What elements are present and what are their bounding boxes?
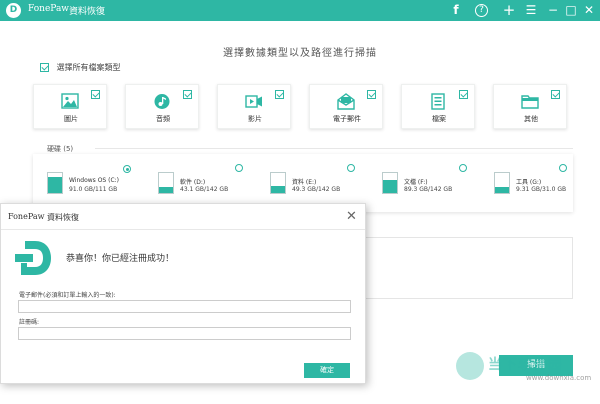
watermark-url: www.downxia.com [526,374,592,382]
watermark-logo-icon [456,352,484,380]
watermark: 当下软件园 www.downxia.com [456,352,596,392]
email-icon [337,93,355,110]
drive-usage-bar [48,176,62,193]
drive-size: 49.3 GB/142 GB [292,186,341,193]
product-name: 資料恢復 [69,7,106,17]
dialog-app-name: FonePaw [8,212,45,221]
drive-usage-bar [159,187,173,193]
drive-name: Windows OS (C:) [69,177,120,184]
file-type-document[interactable]: 檔案 [401,84,475,129]
drive-icon [47,172,63,194]
image-icon [61,93,79,109]
file-type-label: 檔案 [432,115,446,123]
drive-radio[interactable] [347,164,355,172]
facebook-icon[interactable]: f [449,2,463,19]
file-type-other[interactable]: 其他 [493,84,567,129]
register-icon[interactable]: + [502,2,516,19]
drive-radio[interactable] [559,164,567,172]
file-type-label: 音頻 [156,115,170,123]
close-icon[interactable]: ✕ [582,2,596,19]
dialog-title-bar: FonePaw 資料恢復 ✕ [1,204,365,230]
file-type-label: 圖片 [64,115,78,123]
success-message: 恭喜你！你已經注冊成功！ [66,254,175,264]
drive-name: 工具 (G:) [516,179,542,186]
app-logo-icon: D [6,3,21,18]
drive-size: 9.31 GB/31.0 GB [516,186,567,193]
drive-item[interactable]: 工具 (G:) 9.31 GB/31.0 GB [494,164,600,202]
file-type-image[interactable]: 圖片 [33,84,107,129]
app-window: D FonePaw 資料恢復 f ? + ☰ − □ ✕ 選擇數據類型以及路徑進… [0,0,600,404]
drive-usage-bar [271,186,285,193]
code-label: 註冊碼: [19,319,40,326]
fonepaw-logo-icon [15,241,51,275]
minimize-icon[interactable]: − [546,2,560,19]
maximize-icon[interactable]: □ [564,2,578,19]
video-icon [245,95,262,108]
drives-header: 硬碟 (5) [47,145,74,153]
drive-icon [494,172,510,194]
dialog-product-name: 資料恢復 [47,213,79,222]
registration-dialog: FonePaw 資料恢復 ✕ 恭喜你！你已經注冊成功！ 電子郵件(必須和訂單上輸… [0,203,366,384]
select-all-label: 選擇所有檔案類型 [56,63,121,72]
file-type-audio[interactable]: 音頻 [125,84,199,129]
checkbox-checked-icon[interactable] [40,63,49,72]
checkbox-checked-icon[interactable] [367,90,376,99]
drive-item[interactable]: 資料 (E:) 49.3 GB/142 GB [270,164,380,202]
email-label: 電子郵件(必須和訂單上輸入的一致): [19,292,116,299]
checkbox-checked-icon[interactable] [275,90,284,99]
page-title: 選擇數據類型以及路徑進行掃描 [223,48,377,59]
drive-item[interactable]: Windows OS (C:) 91.0 GB/111 GB [47,165,157,202]
file-type-video[interactable]: 影片 [217,84,291,129]
drive-size: 43.1 GB/142 GB [180,186,229,193]
drive-usage-bar [383,180,397,193]
file-type-list: 圖片 音頻 影片 電子郵件 檔案 其他 [33,84,573,129]
drive-name: 資料 (E:) [292,179,317,186]
ok-button[interactable]: 確定 [304,363,350,378]
drive-radio[interactable] [123,165,131,173]
file-type-label: 影片 [248,115,262,123]
drive-icon [382,172,398,194]
file-type-label: 電子郵件 [333,115,361,123]
drive-icon [158,172,174,194]
document-icon [431,93,445,110]
drive-radio[interactable] [235,164,243,172]
drive-size: 89.3 GB/142 GB [404,186,453,193]
checkbox-checked-icon[interactable] [551,90,560,99]
file-type-label: 其他 [524,115,538,123]
drive-size: 91.0 GB/111 GB [69,186,118,193]
dialog-close-icon[interactable]: ✕ [346,209,357,224]
help-icon[interactable]: ? [475,4,488,17]
watermark-text: 当下软件园 [488,357,563,373]
checkbox-checked-icon[interactable] [459,90,468,99]
app-name: FonePaw [28,4,70,14]
results-panel [343,237,573,299]
divider [95,148,573,149]
music-icon [154,94,170,109]
drive-item[interactable]: 文檔 (F:) 89.3 GB/142 GB [382,164,492,202]
select-all-checkbox[interactable]: 選擇所有檔案類型 [40,62,121,73]
drive-name: 文檔 (F:) [404,179,428,186]
drive-radio[interactable] [459,164,467,172]
drive-name: 軟件 (D:) [180,179,206,186]
drive-item[interactable]: 軟件 (D:) 43.1 GB/142 GB [158,164,268,202]
checkbox-checked-icon[interactable] [183,90,192,99]
title-bar: D FonePaw 資料恢復 f ? + ☰ − □ ✕ [0,0,600,21]
folder-icon [521,95,539,109]
drive-icon [270,172,286,194]
menu-icon[interactable]: ☰ [524,2,538,19]
drive-usage-bar [495,187,509,193]
registration-code-field[interactable] [18,327,351,340]
email-field[interactable] [18,300,351,313]
checkbox-checked-icon[interactable] [91,90,100,99]
file-type-email[interactable]: 電子郵件 [309,84,383,129]
